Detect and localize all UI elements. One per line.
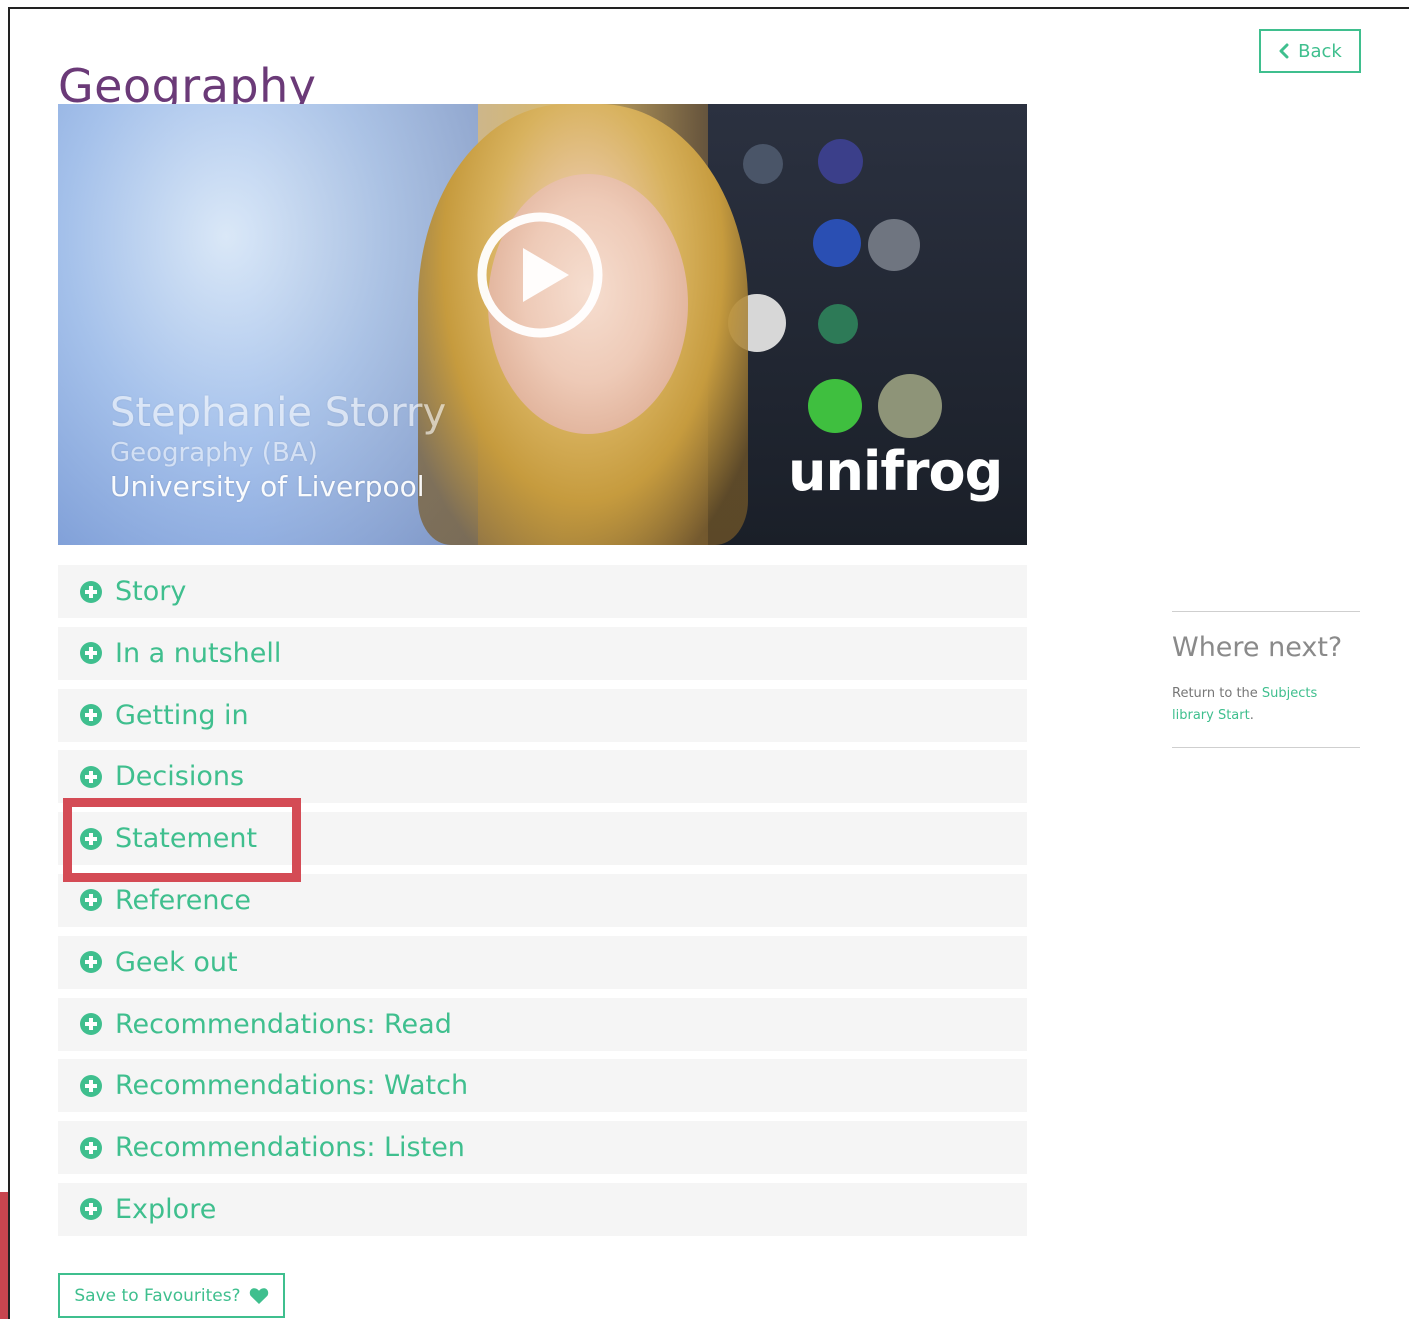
- accordion-item[interactable]: Decisions: [58, 750, 1027, 804]
- accordion-item[interactable]: Reference: [58, 873, 1027, 927]
- plus-circle-icon: [80, 1013, 102, 1036]
- back-button-label: Back: [1298, 40, 1342, 62]
- accordion-item-label: Story: [115, 576, 187, 607]
- edge-strip: [0, 1192, 8, 1319]
- video-player[interactable]: Stephanie Storry Geography (BA) Universi…: [58, 104, 1027, 545]
- accordion-item-label: Recommendations: Read: [115, 1008, 452, 1040]
- topic-accordion: Story In a nutshell Getting in Decisions Sta…: [58, 565, 1027, 1245]
- presenter-name: Stephanie Storry: [110, 390, 447, 436]
- accordion-item-label: In a nutshell: [115, 637, 282, 669]
- plus-circle-icon: [80, 827, 102, 850]
- accordion-item-label: Geek out: [115, 946, 238, 978]
- accordion-item[interactable]: Recommendations: Watch: [58, 1059, 1027, 1113]
- accordion-item[interactable]: Story: [58, 565, 1027, 618]
- accordion-item-label: Explore: [115, 1193, 217, 1225]
- where-next-prefix: Return to the: [1172, 686, 1262, 701]
- accordion-item[interactable]: Recommendations: Read: [58, 997, 1027, 1051]
- accordion-item-label: Recommendations: Watch: [115, 1070, 469, 1102]
- plus-circle-icon: [80, 642, 102, 665]
- plus-circle-icon: [80, 1074, 102, 1097]
- accordion-item[interactable]: Explore: [58, 1182, 1027, 1236]
- accordion-item[interactable]: Getting in: [58, 688, 1027, 742]
- accordion-item[interactable]: Geek out: [58, 935, 1027, 989]
- accordion-item[interactable]: Statement: [58, 812, 1027, 866]
- plus-circle-icon: [80, 704, 102, 727]
- accordion-item-label: Getting in: [115, 699, 249, 731]
- accordion-item-label: Statement: [115, 823, 258, 855]
- accordion-item[interactable]: In a nutshell: [58, 626, 1027, 680]
- accordion-item-label: Recommendations: Listen: [115, 1132, 465, 1164]
- plus-circle-icon: [80, 1198, 102, 1221]
- play-icon[interactable]: [475, 210, 605, 340]
- unifrog-logo: unifrog: [788, 440, 1003, 503]
- save-to-favourites-button[interactable]: Save to Favourites?: [58, 1273, 285, 1318]
- plus-circle-icon: [80, 889, 102, 912]
- plus-circle-icon: [80, 1136, 102, 1159]
- video-caption: Stephanie Storry Geography (BA) Universi…: [110, 390, 446, 503]
- plus-circle-icon: [80, 580, 102, 603]
- save-to-favourites-label: Save to Favourites?: [74, 1285, 241, 1306]
- plus-circle-icon: [80, 765, 102, 788]
- accordion-item-label: Decisions: [115, 761, 245, 793]
- accordion-item-label: Reference: [115, 884, 251, 916]
- back-button[interactable]: Back: [1259, 29, 1361, 73]
- where-next-text: Return to the Subjects library Start.: [1172, 683, 1360, 727]
- presenter-university: University of Liverpool: [110, 470, 425, 503]
- chevron-left-icon: [1279, 43, 1289, 59]
- where-next-heading: Where next?: [1172, 632, 1343, 663]
- where-next-suffix: .: [1249, 708, 1254, 723]
- presenter-course: Geography (BA): [110, 438, 318, 468]
- plus-circle-icon: [80, 951, 102, 974]
- accordion-item[interactable]: Recommendations: Listen: [58, 1121, 1027, 1175]
- where-next-panel: Where next? Return to the Subjects libra…: [1172, 611, 1360, 748]
- heart-icon: [249, 1287, 268, 1304]
